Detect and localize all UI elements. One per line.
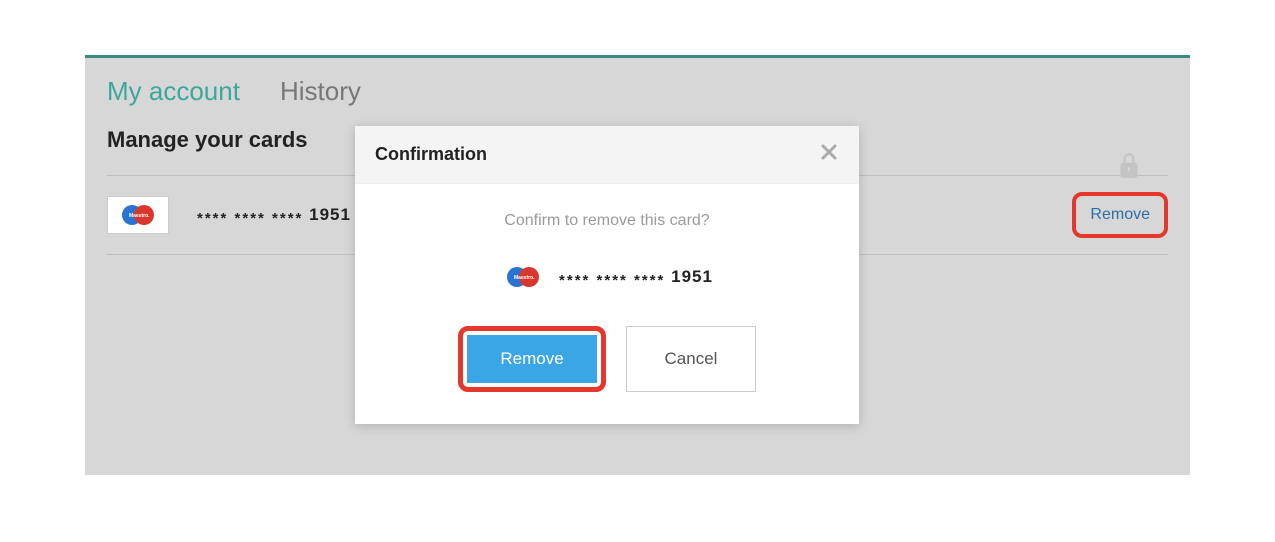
card-last4: 1951 <box>309 205 351 224</box>
maestro-icon: Maestro. <box>501 264 545 290</box>
modal-header: Confirmation <box>355 126 859 184</box>
svg-text:Maestro.: Maestro. <box>129 213 150 219</box>
cancel-button[interactable]: Cancel <box>626 326 756 392</box>
svg-text:Maestro.: Maestro. <box>514 275 535 281</box>
modal-button-row: Remove Cancel <box>375 326 839 392</box>
tab-bar: My account History <box>85 58 1190 117</box>
maestro-icon: Maestro. <box>116 202 160 228</box>
confirmation-modal: Confirmation Confirm to remove this card… <box>355 126 859 424</box>
modal-title: Confirmation <box>375 144 487 165</box>
card-number: **** **** **** 1951 <box>197 205 351 225</box>
confirm-remove-button[interactable]: Remove <box>467 335 597 383</box>
modal-card-display: Maestro. **** **** **** 1951 <box>375 264 839 290</box>
confirm-message: Confirm to remove this card? <box>375 212 839 230</box>
modal-body: Confirm to remove this card? Maestro. **… <box>355 184 859 424</box>
remove-button-highlight: Remove <box>458 326 606 392</box>
tab-history[interactable]: History <box>280 76 361 107</box>
remove-card-link[interactable]: Remove <box>1072 192 1168 238</box>
close-icon[interactable] <box>819 142 839 167</box>
modal-card-mask: **** **** **** <box>559 272 665 289</box>
modal-card-number: **** **** **** 1951 <box>559 267 713 287</box>
card-brand-logo: Maestro. <box>107 196 169 234</box>
tab-my-account[interactable]: My account <box>107 76 240 107</box>
modal-card-last4: 1951 <box>671 267 713 286</box>
card-mask: **** **** **** <box>197 210 303 227</box>
